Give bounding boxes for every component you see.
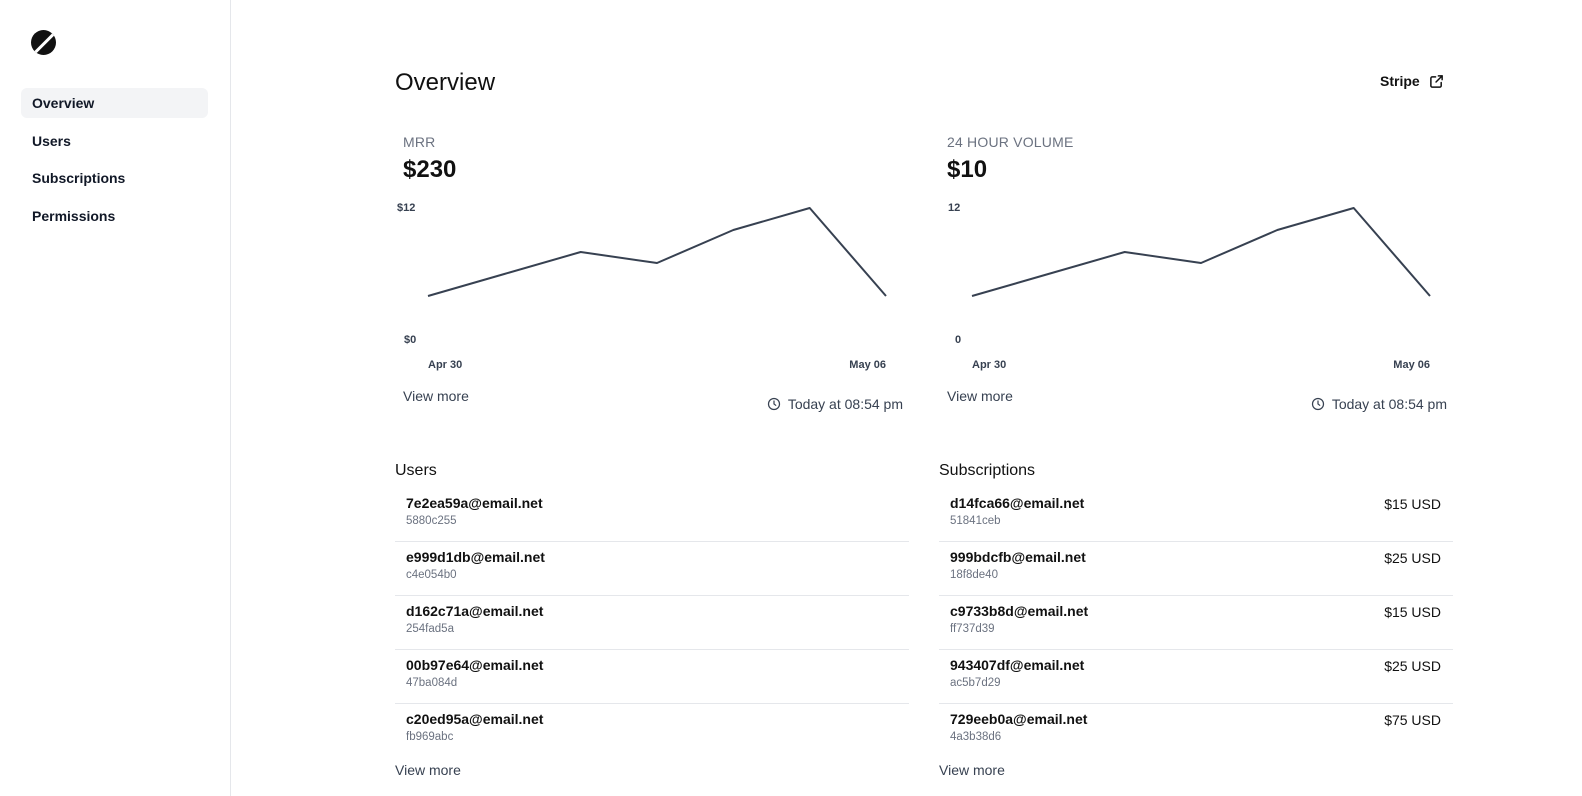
x-tick-start: Apr 30: [972, 359, 1006, 371]
subscription-id: 18f8de40: [950, 569, 998, 581]
subscription-email: c9733b8d@email.net: [950, 603, 1089, 619]
sidebar-item-permissions[interactable]: Permissions: [21, 201, 208, 231]
user-email: e999d1db@email.net: [406, 549, 545, 565]
users-view-more-link[interactable]: View more: [395, 762, 461, 778]
volume-value: $10: [947, 156, 988, 183]
y-tick-bottom: 0: [955, 334, 961, 346]
subscription-amount: $15 USD: [1384, 604, 1441, 620]
x-tick-start: Apr 30: [428, 359, 462, 371]
users-section: Users 7e2ea59a@email.net 5880c255 e999d1…: [395, 462, 909, 780]
volume-card: 24 HOUR VOLUME $10 12 0 Apr 30 May 06 Vi…: [939, 132, 1457, 422]
subscription-amount: $15 USD: [1384, 496, 1441, 512]
subscription-amount: $25 USD: [1384, 658, 1441, 674]
sidebar-nav: Overview Users Subscriptions Permissions: [21, 88, 208, 238]
sidebar-item-users[interactable]: Users: [21, 126, 208, 156]
stripe-link[interactable]: Stripe: [1380, 73, 1444, 89]
user-row[interactable]: d162c71a@email.net 254fad5a: [395, 596, 909, 650]
external-link-icon: [1429, 74, 1443, 88]
user-id: c4e054b0: [406, 569, 457, 581]
sidebar-item-subscriptions[interactable]: Subscriptions: [21, 163, 208, 193]
subscription-amount: $25 USD: [1384, 550, 1441, 566]
logo-icon[interactable]: [31, 30, 56, 55]
user-id: 47ba084d: [406, 677, 458, 689]
user-row[interactable]: 00b97e64@email.net 47ba084d: [395, 650, 909, 704]
volume-updated: Today at 08:54 pm: [1311, 396, 1447, 412]
user-row[interactable]: e999d1db@email.net c4e054b0: [395, 542, 909, 596]
volume-chart: 12 0 Apr 30 May 06: [948, 202, 1431, 371]
y-tick-bottom: $0: [404, 334, 416, 346]
subscriptions-section: Subscriptions d14fca66@email.net 51841ce…: [939, 462, 1453, 780]
y-tick-top: $12: [397, 202, 415, 214]
x-tick-end: May 06: [849, 359, 886, 371]
user-id: 254fad5a: [406, 623, 454, 635]
mrr-chart: $12 $0 Apr 30 May 06: [397, 202, 887, 371]
volume-view-more-link[interactable]: View more: [947, 388, 1013, 404]
subscription-row[interactable]: d14fca66@email.net 51841ceb $15 USD: [939, 488, 1453, 542]
volume-updated-text: Today at 08:54 pm: [1331, 396, 1447, 412]
subscriptions-view-more-link[interactable]: View more: [939, 762, 1005, 778]
subscription-row[interactable]: 943407df@email.net ac5b7d29 $25 USD: [939, 650, 1453, 704]
subscription-id: 51841ceb: [950, 515, 1001, 527]
user-email: c20ed95a@email.net: [406, 711, 544, 727]
user-email: 7e2ea59a@email.net: [406, 495, 543, 511]
sidebar-item-overview[interactable]: Overview: [21, 88, 208, 118]
subscription-row[interactable]: 999bdcfb@email.net 18f8de40 $25 USD: [939, 542, 1453, 596]
subscriptions-section-title: Subscriptions: [939, 462, 1036, 479]
users-section-title: Users: [395, 462, 437, 479]
x-tick-end: May 06: [1393, 359, 1430, 371]
user-id: 5880c255: [406, 515, 457, 527]
page-title: Overview: [395, 69, 496, 96]
subscription-amount: $75 USD: [1384, 712, 1441, 728]
mrr-updated: Today at 08:54 pm: [767, 396, 903, 412]
subscription-email: 729eeb0a@email.net: [950, 711, 1088, 727]
mrr-label: MRR: [403, 134, 436, 150]
subscription-row[interactable]: 729eeb0a@email.net 4a3b38d6 $75 USD: [939, 704, 1453, 758]
clock-icon: [767, 397, 780, 411]
mrr-series-line: [427, 207, 887, 297]
subscription-row[interactable]: c9733b8d@email.net ff737d39 $15 USD: [939, 596, 1453, 650]
subscription-email: 943407df@email.net: [950, 657, 1085, 673]
user-email: d162c71a@email.net: [406, 603, 544, 619]
subscription-email: d14fca66@email.net: [950, 495, 1085, 511]
clock-icon: [1311, 397, 1324, 411]
subscription-id: ac5b7d29: [950, 677, 1001, 689]
mrr-view-more-link[interactable]: View more: [403, 388, 469, 404]
subscription-id: 4a3b38d6: [950, 731, 1002, 743]
mrr-value: $230: [403, 156, 457, 183]
user-email: 00b97e64@email.net: [406, 657, 544, 673]
user-row[interactable]: 7e2ea59a@email.net 5880c255: [395, 488, 909, 542]
volume-label: 24 HOUR VOLUME: [947, 134, 1074, 150]
sidebar: Overview Users Subscriptions Permissions: [0, 0, 231, 796]
mrr-updated-text: Today at 08:54 pm: [787, 396, 903, 412]
user-id: fb969abc: [406, 731, 454, 743]
user-row[interactable]: c20ed95a@email.net fb969abc: [395, 704, 909, 758]
mrr-card: MRR $230 $12 $0 Apr 30 May 06 View more …: [395, 132, 913, 422]
y-tick-top: 12: [948, 202, 960, 214]
subscription-id: ff737d39: [950, 623, 995, 635]
volume-series-line: [971, 207, 1431, 297]
stripe-link-label: Stripe: [1380, 73, 1420, 89]
subscription-email: 999bdcfb@email.net: [950, 549, 1086, 565]
